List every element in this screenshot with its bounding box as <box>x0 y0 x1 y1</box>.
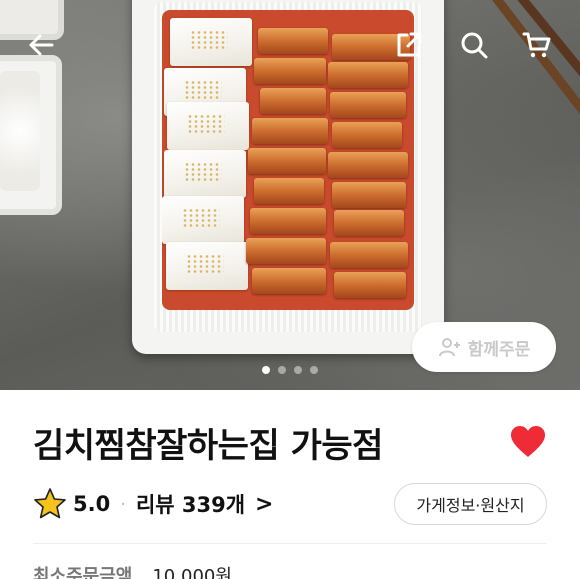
chevron-right-icon: > <box>255 491 274 517</box>
cart-icon <box>522 32 551 58</box>
rice-container <box>0 55 62 215</box>
divider <box>33 543 547 544</box>
group-order-label: 함께주문 <box>467 339 531 360</box>
min-order-label: 최소주문금액 <box>33 566 133 579</box>
rating-row: 5.0 · 리뷰 339개 > <box>33 484 273 524</box>
carousel-indicator <box>0 366 580 376</box>
back-arrow-icon <box>29 34 54 56</box>
add-person-icon <box>438 338 460 357</box>
chopsticks-image <box>492 0 580 115</box>
heart-icon[interactable] <box>510 425 546 459</box>
review-count: 리뷰 339개 <box>135 493 246 517</box>
min-order-value: 10,000원 <box>152 566 232 579</box>
star-icon <box>34 488 66 519</box>
carousel-dot[interactable] <box>294 366 302 374</box>
share-icon <box>397 32 422 57</box>
back-button[interactable] <box>24 28 58 62</box>
rating-value: 5.0 <box>73 492 111 516</box>
cart-button[interactable] <box>520 28 554 62</box>
separator: · <box>120 493 126 515</box>
share-button[interactable] <box>392 28 426 62</box>
min-order-row: 최소주문금액 10,000원 <box>33 562 232 579</box>
search-button[interactable] <box>457 28 491 62</box>
store-info-button[interactable]: 가게정보·원산지 <box>394 483 547 525</box>
store-name: 김치찜참잘하는집 가능점 <box>33 426 383 466</box>
carousel-dot[interactable] <box>262 366 270 374</box>
group-order-button[interactable]: 함께주문 <box>412 322 556 372</box>
reviews-link[interactable]: 리뷰 339개 > <box>136 489 274 519</box>
kimchi-jjim-dish <box>162 10 414 310</box>
carousel-dot[interactable] <box>278 366 286 374</box>
search-icon <box>461 32 488 59</box>
carousel-dot[interactable] <box>310 366 318 374</box>
